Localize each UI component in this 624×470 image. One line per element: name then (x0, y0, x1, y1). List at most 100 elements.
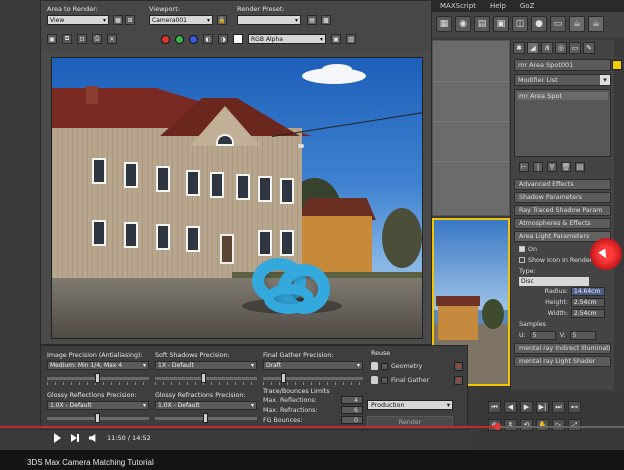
play-icon[interactable] (54, 433, 61, 443)
slider-knob[interactable] (201, 373, 206, 383)
layers-icon[interactable]: ▤ (474, 16, 490, 32)
show-end-result-icon[interactable]: | (533, 162, 543, 172)
pin-stack-icon[interactable]: ⊢ (519, 162, 529, 172)
lock-icon[interactable] (371, 376, 378, 384)
quick-render-icon[interactable]: ☕ (588, 16, 604, 32)
render-setup-small-icon[interactable]: ▤ (307, 15, 317, 25)
slider-knob[interactable] (281, 373, 286, 383)
schematic-icon[interactable]: ▣ (493, 16, 509, 32)
clear-geometry-icon[interactable]: ✕ (454, 361, 463, 371)
modify-tab-icon[interactable]: ◢ (527, 42, 539, 54)
goto-end-icon[interactable]: ⏭ (552, 401, 565, 413)
swatch-color[interactable] (233, 34, 243, 44)
goto-start-icon[interactable]: ⏮ (488, 401, 501, 413)
dolly-icon[interactable]: ⇕ (504, 419, 517, 431)
slider-knob[interactable] (95, 373, 100, 383)
u-spinner[interactable]: 5 (529, 331, 556, 340)
green-channel-icon[interactable] (175, 34, 184, 44)
orbit-icon[interactable]: ⟲ (520, 419, 533, 431)
create-tab-icon[interactable]: ✱ (513, 42, 525, 54)
play-animation-icon[interactable]: ▶ (520, 401, 533, 413)
display-tab-icon[interactable]: ▭ (569, 42, 581, 54)
menu-goz[interactable]: GoZ (520, 2, 535, 10)
render-setup-icon[interactable]: ▦ (436, 16, 452, 32)
type-dropdown[interactable]: Disc (519, 277, 589, 286)
production-dropdown[interactable]: Production (367, 400, 453, 411)
material-sphere-icon[interactable]: ● (531, 16, 547, 32)
final-gather-dropdown[interactable]: Draft (263, 361, 363, 370)
make-unique-icon[interactable]: ∀ (547, 162, 557, 172)
glossy-refractions-dropdown[interactable]: 1.0X - Default (155, 401, 257, 410)
rollout-ray-traced[interactable]: Ray Traced Shadow Param (514, 205, 611, 216)
clear-final-gather-icon[interactable]: ✕ (454, 375, 463, 385)
toggle-ui-overlay-icon[interactable]: ▣ (331, 34, 341, 44)
video-progress-played[interactable] (0, 426, 497, 428)
soft-shadows-dropdown[interactable]: 1X - Default (155, 361, 257, 370)
menu-help[interactable]: Help (490, 2, 506, 10)
remove-modifier-icon[interactable]: 🗑 (561, 162, 571, 172)
slider-knob[interactable] (95, 413, 100, 423)
fov-icon[interactable]: ▷ (552, 419, 565, 431)
lock-icon[interactable] (371, 362, 378, 370)
volume-icon[interactable] (89, 434, 96, 442)
video-progress-remaining[interactable] (497, 426, 624, 428)
area-to-render-dropdown[interactable]: View (47, 15, 109, 26)
final-gather-checkbox[interactable] (381, 376, 388, 384)
print-image-icon[interactable]: ⎙ (92, 34, 102, 44)
rollout-light-shader[interactable]: mental ray Light Shader (514, 356, 611, 367)
channel-display-dropdown[interactable]: RGB Alpha (248, 34, 326, 45)
edit-region-icon[interactable]: ▦ (113, 15, 123, 25)
viewport-perspective[interactable] (432, 40, 510, 216)
glossy-reflections-dropdown[interactable]: 1.0X - Default (47, 401, 149, 410)
blue-channel-icon[interactable] (189, 34, 198, 44)
max-reflections-spinner[interactable]: 4 (341, 396, 363, 404)
motion-tab-icon[interactable]: ◎ (555, 42, 567, 54)
copy-image-icon[interactable]: ⧉ (62, 34, 72, 44)
object-name-field[interactable]: mr Area Spot001 (514, 59, 622, 71)
on-checkbox[interactable] (519, 246, 525, 252)
viewport-dropdown[interactable]: Camera001 (149, 15, 213, 26)
height-spinner[interactable]: 2.54cm (571, 298, 605, 307)
red-channel-icon[interactable] (161, 34, 170, 44)
render-teapot-icon[interactable]: ☕ (569, 16, 585, 32)
object-color-swatch[interactable] (612, 60, 622, 70)
prev-frame-icon[interactable]: ◀ (504, 401, 517, 413)
next-frame-icon[interactable]: ▶| (536, 401, 549, 413)
key-mode-icon[interactable]: ⊷ (568, 401, 581, 413)
v-spinner[interactable]: 5 (569, 331, 596, 340)
max-refractions-spinner[interactable]: 6 (341, 406, 363, 414)
lock-viewport-icon[interactable]: 🔒 (217, 15, 227, 25)
width-spinner[interactable]: 2.54cm (571, 309, 605, 318)
image-precision-dropdown[interactable]: Medium: Min 1/4, Max 4 (47, 361, 149, 370)
geometry-checkbox[interactable] (381, 362, 388, 370)
stack-item[interactable]: mr Area Spot (517, 92, 608, 100)
utilities-tab-icon[interactable]: ✎ (583, 42, 595, 54)
radius-spinner[interactable]: 14.64cm (571, 287, 605, 296)
render-frame-icon[interactable]: ▭ (550, 16, 566, 32)
menu-maxscript[interactable]: MAXScript (440, 2, 476, 10)
glossy-reflections-slider[interactable] (47, 413, 149, 423)
soft-shadows-slider[interactable] (155, 373, 257, 383)
toggle-ui-icon[interactable]: ▥ (346, 34, 356, 44)
slider-knob[interactable] (203, 413, 208, 423)
glossy-refractions-slider[interactable] (155, 413, 257, 423)
configure-sets-icon[interactable]: ▤ (575, 162, 585, 172)
rollout-advanced-effects[interactable]: Advanced Effects (514, 179, 611, 190)
video-scrubber-knob[interactable] (494, 423, 501, 430)
render-preset-dropdown[interactable] (237, 15, 301, 26)
next-video-icon[interactable] (71, 434, 79, 442)
mono-channel-icon[interactable]: ◑ (218, 34, 228, 44)
pan-icon[interactable]: ✋ (536, 419, 549, 431)
clear-image-icon[interactable]: ✕ (107, 34, 117, 44)
auto-region-icon[interactable]: ⊞ (125, 15, 135, 25)
environment-icon[interactable]: ▩ (321, 15, 331, 25)
rollout-shadow-parameters[interactable]: Shadow Parameters (514, 192, 611, 203)
fg-bounces-spinner[interactable]: 0 (341, 416, 363, 424)
maximize-viewport-icon[interactable]: ⤢ (568, 419, 581, 431)
rollout-indirect[interactable]: mental ray Indirect Illumination (514, 343, 611, 354)
rollout-atmospheres[interactable]: Atmospheres & Effects (514, 218, 611, 229)
curve-editor-icon[interactable]: ◫ (512, 16, 528, 32)
alpha-channel-icon[interactable]: ◐ (203, 34, 213, 44)
material-editor-icon[interactable]: ◉ (455, 16, 471, 32)
modifier-list-dropdown[interactable]: Modifier List ▾ (514, 74, 611, 86)
